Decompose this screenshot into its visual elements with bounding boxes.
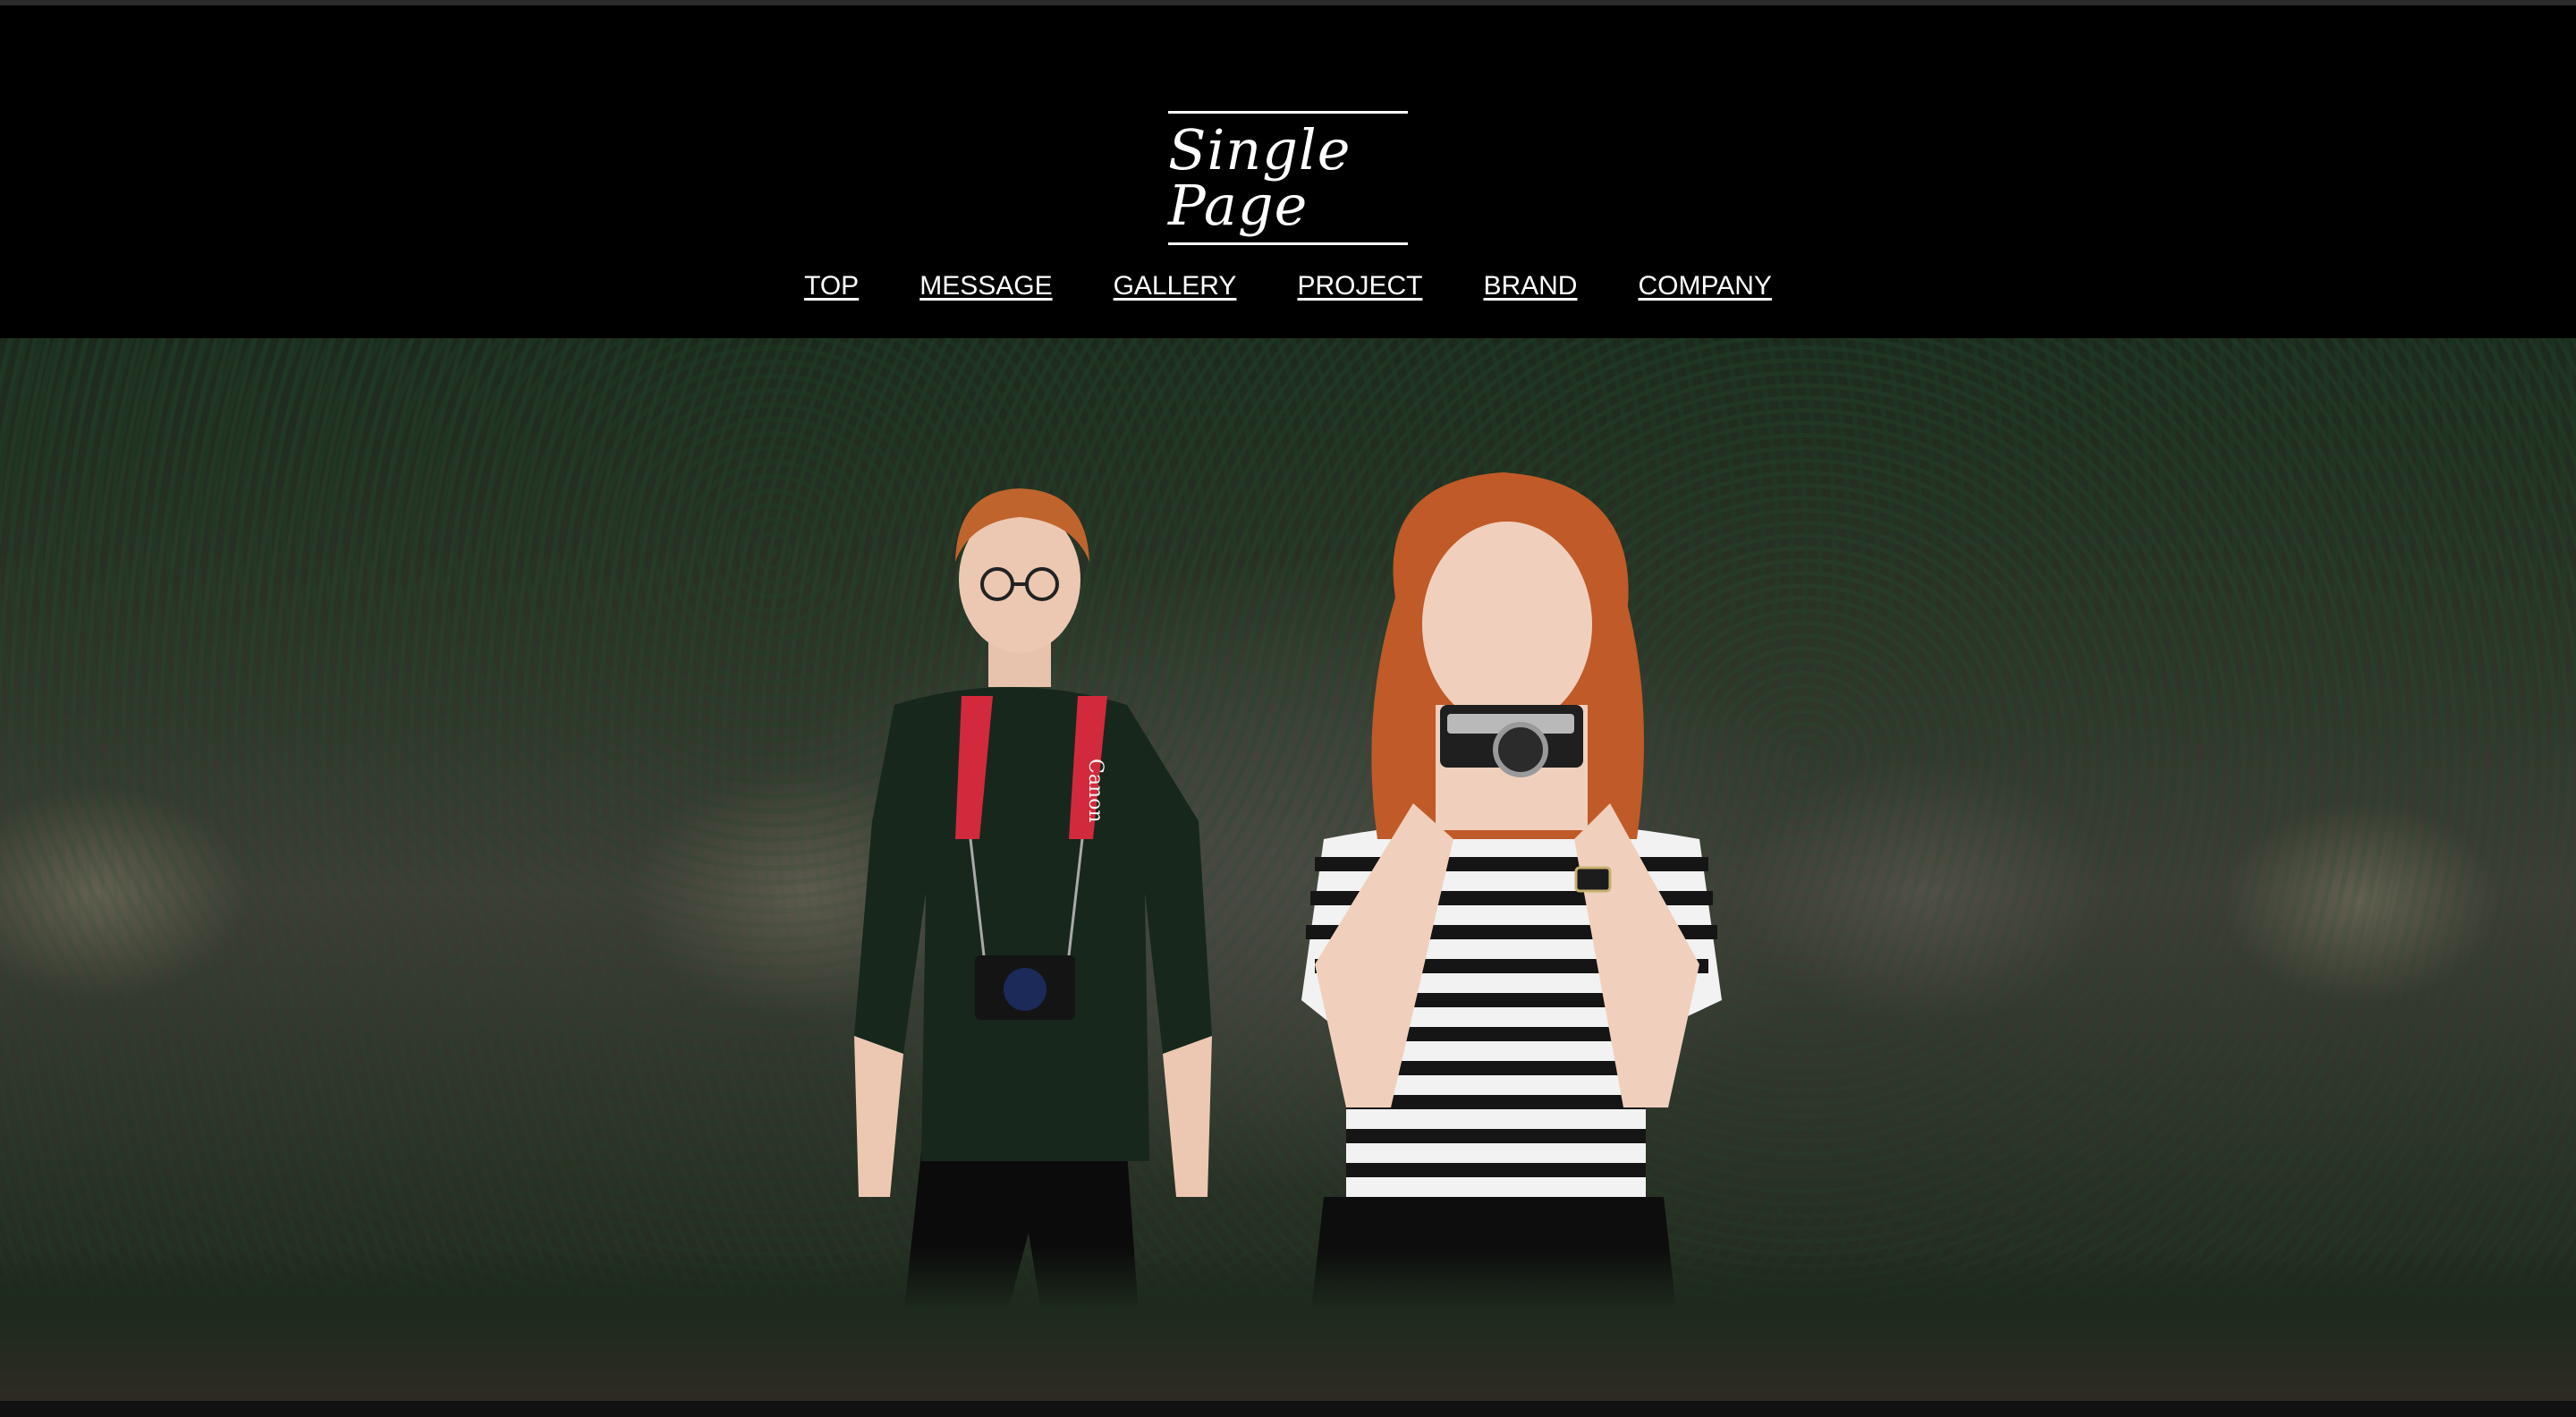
top-border — [0, 0, 2576, 5]
nav-link-top[interactable]: TOP — [804, 271, 859, 301]
nav-link-project[interactable]: PROJECT — [1297, 271, 1422, 301]
hero-figures: Canon — [854, 472, 1722, 1401]
logo-text: Single Page — [1168, 117, 1352, 238]
hero-image: Canon — [0, 338, 2576, 1401]
nav-link-brand[interactable]: BRAND — [1483, 271, 1577, 301]
ground — [0, 1249, 2576, 1401]
main-nav: TOP MESSAGE GALLERY PROJECT BRAND COMPAN… — [0, 265, 2576, 308]
nav-link-company[interactable]: COMPANY — [1638, 271, 1771, 301]
logo[interactable]: Single Page — [1168, 111, 1408, 245]
camera-strap-text: Canon — [1084, 759, 1106, 823]
nav-link-message[interactable]: MESSAGE — [919, 271, 1052, 301]
nav-link-gallery[interactable]: GALLERY — [1114, 271, 1237, 301]
page: Single Page TOP MESSAGE GALLERY PROJECT … — [0, 0, 2576, 1417]
bottom-bar — [0, 1401, 2576, 1417]
